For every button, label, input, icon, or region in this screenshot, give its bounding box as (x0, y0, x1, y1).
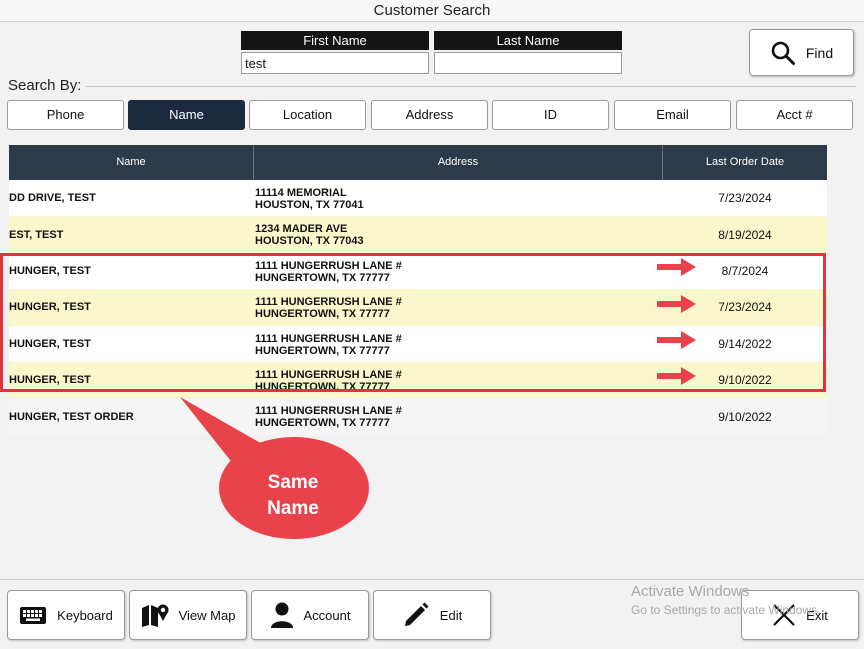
row-name: HUNGER, TEST ORDER (9, 410, 134, 423)
map-icon (141, 604, 169, 627)
table-row[interactable]: HUNGER, TEST 1111 HUNGERRUSH LANE # HUNG… (9, 289, 827, 326)
row-address-line2: HUNGERTOWN, TX 77777 (255, 308, 390, 321)
table-row[interactable]: HUNGER, TEST 1111 HUNGERRUSH LANE # HUNG… (9, 252, 827, 290)
grid-header: Name Address Last Order Date (9, 145, 827, 180)
keyboard-icon (20, 607, 47, 624)
edit-button[interactable]: Edit (373, 590, 491, 640)
row-address: 1111 HUNGERRUSH LANE # HUNGERTOWN, TX 77… (255, 369, 402, 393)
row-name: HUNGER, TEST (9, 264, 91, 277)
edit-label: Edit (439, 607, 463, 623)
table-row[interactable]: HUNGER, TEST ORDER 1111 HUNGERRUSH LANE … (9, 398, 827, 435)
account-label: Account (303, 607, 351, 623)
search-by-name-tab[interactable]: Name (128, 100, 245, 130)
keyboard-button[interactable]: Keyboard (7, 590, 125, 640)
row-address: 11114 MEMORIAL HOUSTON, TX 77041 (255, 187, 364, 211)
row-address: 1234 MADER AVE HOUSTON, TX 77043 (255, 223, 364, 247)
table-row[interactable]: EST, TEST 1234 MADER AVE HOUSTON, TX 770… (9, 216, 827, 253)
search-by-label: Search By: (8, 77, 86, 94)
red-arrow-icon (657, 258, 696, 276)
callout-line1: Same (267, 472, 319, 493)
keyboard-label: Keyboard (57, 607, 113, 623)
callout-line2: Name (267, 498, 319, 519)
row-address-line2: HUNGERTOWN, TX 77777 (255, 271, 390, 284)
column-header-name[interactable]: Name (9, 145, 254, 180)
view-map-label: View Map (178, 607, 236, 623)
row-address-line2: HUNGERTOWN, TX 77777 (255, 380, 390, 393)
row-address-line1: 1111 HUNGERRUSH LANE # (255, 296, 402, 309)
customer-grid: DD DRIVE, TEST 11114 MEMORIAL HOUSTON, T… (9, 180, 827, 435)
row-date: 7/23/2024 (718, 191, 772, 206)
row-address-line2: HOUSTON, TX 77041 (255, 199, 364, 211)
search-by-address-tab[interactable]: Address (371, 100, 488, 130)
watermark-line1: Activate Windows (631, 583, 750, 600)
last-name-label: Last Name (434, 31, 622, 50)
pencil-icon (404, 602, 429, 626)
red-arrow-icon (657, 295, 696, 313)
row-address-line1: 1234 MADER AVE (255, 223, 348, 236)
row-name: DD DRIVE, TEST (9, 192, 96, 205)
column-header-last-order-date[interactable]: Last Order Date (663, 145, 827, 180)
red-arrow-icon (657, 367, 696, 385)
red-arrow-icon (657, 331, 696, 349)
table-row[interactable]: DD DRIVE, TEST 11114 MEMORIAL HOUSTON, T… (9, 180, 827, 217)
search-by-phone-tab[interactable]: Phone (7, 100, 124, 130)
table-row[interactable]: HUNGER, TEST 1111 HUNGERRUSH LANE # HUNG… (9, 325, 827, 362)
row-address: 1111 HUNGERRUSH LANE # HUNGERTOWN, TX 77… (255, 333, 402, 357)
search-by-divider (86, 86, 856, 87)
watermark-line2: Go to Settings to activate Windows. (631, 603, 821, 617)
row-name: HUNGER, TEST (9, 301, 91, 314)
row-address-line1: 1111 HUNGERRUSH LANE # (255, 259, 402, 272)
row-name: HUNGER, TEST (9, 337, 91, 350)
find-label: Find (805, 44, 834, 61)
activation-watermark: Activate Windows Go to Settings to activ… (631, 583, 820, 619)
search-by-location-tab[interactable]: Location (249, 100, 366, 130)
first-name-label: First Name (241, 31, 429, 50)
user-icon (270, 602, 293, 628)
row-name: EST, TEST (9, 228, 64, 241)
column-header-address[interactable]: Address (254, 145, 663, 180)
row-name: HUNGER, TEST (9, 374, 91, 387)
last-name-input[interactable] (434, 52, 622, 74)
search-by-acct-tab[interactable]: Acct # (736, 100, 853, 130)
row-address: 1111 HUNGERRUSH LANE # HUNGERTOWN, TX 77… (255, 296, 402, 320)
row-address-line1: 1111 HUNGERRUSH LANE # (255, 368, 402, 381)
window-title: Customer Search (0, 0, 864, 22)
row-address-line2: HUNGERTOWN, TX 77777 (255, 344, 390, 357)
row-address-line1: 1111 HUNGERRUSH LANE # (255, 332, 402, 345)
callout-text: Same Name (218, 456, 368, 536)
search-by-email-tab[interactable]: Email (614, 100, 731, 130)
search-icon (771, 41, 795, 65)
row-date: 8/19/2024 (718, 227, 772, 242)
find-button[interactable]: Find (749, 29, 854, 76)
row-date: 9/10/2022 (718, 409, 772, 424)
table-row[interactable]: HUNGER, TEST 1111 HUNGERRUSH LANE # HUNG… (9, 361, 827, 399)
search-by-id-tab[interactable]: ID (492, 100, 609, 130)
row-address-line2: HOUSTON, TX 77043 (255, 235, 364, 248)
account-button[interactable]: Account (251, 590, 369, 640)
row-address: 1111 HUNGERRUSH LANE # HUNGERTOWN, TX 77… (255, 260, 402, 284)
row-address-line1: 11114 MEMORIAL (255, 187, 347, 199)
first-name-input[interactable] (241, 52, 429, 74)
view-map-button[interactable]: View Map (129, 590, 247, 640)
